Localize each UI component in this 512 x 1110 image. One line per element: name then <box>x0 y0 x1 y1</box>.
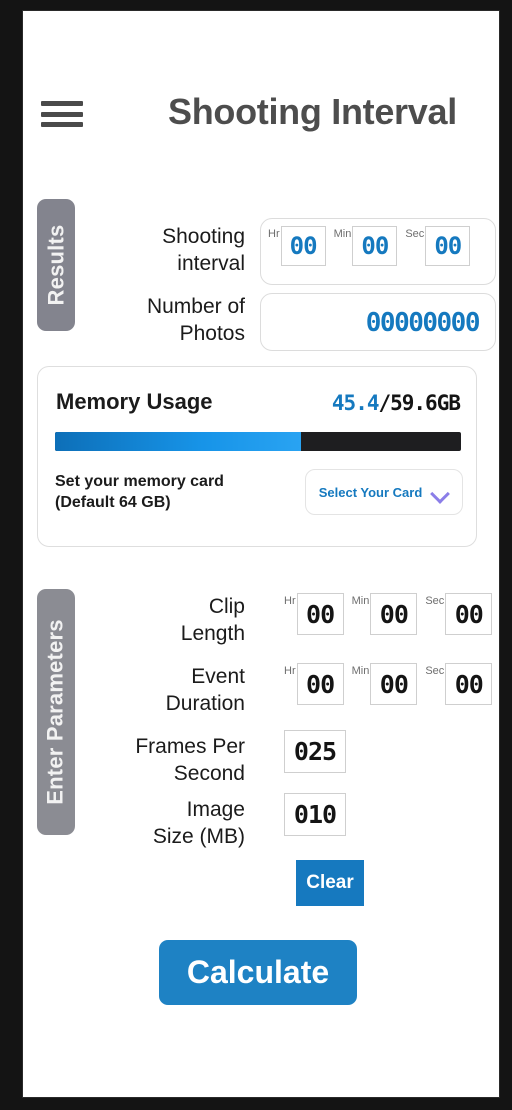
menu-bar-3 <box>41 122 83 127</box>
clip-length-sec-value: 00 <box>454 599 484 629</box>
shooting-interval-sec[interactable]: Sec 00 <box>405 226 471 266</box>
hamburger-menu-icon[interactable] <box>41 97 83 131</box>
shooting-interval-hr-box[interactable]: 00 <box>280 226 326 266</box>
number-of-photos-value: 00000000 <box>365 308 481 338</box>
menu-bar-2 <box>41 111 83 117</box>
memory-usage-title: Memory Usage <box>56 389 213 414</box>
section-tab-results-label: Results <box>43 224 68 306</box>
memory-usage-progress-track <box>55 432 461 451</box>
event-duration-time-group: Hr 00 Min 00 Sec 00 <box>284 663 493 705</box>
shooting-interval-sec-value: 00 <box>434 232 462 260</box>
select-card-dropdown-label: Select Your Card <box>318 484 423 500</box>
chevron-down-icon <box>431 487 449 498</box>
event-duration-sec-box[interactable]: 00 <box>445 663 493 705</box>
memory-usage-progress-fill <box>55 432 301 451</box>
clip-length-sec-box[interactable]: 00 <box>445 593 493 635</box>
calculate-button[interactable]: Calculate <box>159 940 357 1005</box>
clip-length-hr-label: Hr <box>284 595 296 607</box>
event-duration-min-label: Min <box>351 665 370 677</box>
number-of-photos-field[interactable]: 00000000 <box>260 293 496 351</box>
shooting-interval-hr[interactable]: Hr 00 <box>268 226 326 266</box>
event-duration-min-box[interactable]: 00 <box>370 663 418 705</box>
event-duration-label: Event Duration <box>165 665 245 715</box>
memory-usage-card: Memory Usage 45.4/59.6GB Set your memory… <box>37 366 477 547</box>
shooting-interval-min-box[interactable]: 00 <box>352 226 398 266</box>
clip-length-min-value: 00 <box>379 599 409 629</box>
frames-per-second-value: 025 <box>293 737 337 766</box>
clip-length-sec[interactable]: Sec 00 <box>425 593 493 635</box>
event-duration-min[interactable]: Min 00 <box>352 663 418 705</box>
event-duration-hr-value: 00 <box>306 669 335 699</box>
event-duration-hr[interactable]: Hr 00 <box>284 663 344 705</box>
clip-length-hr[interactable]: Hr 00 <box>284 593 344 635</box>
image-size-label: Image Size (MB) <box>152 798 245 848</box>
clip-length-min[interactable]: Min 00 <box>352 593 418 635</box>
shooting-interval-label: Shooting interval <box>162 225 245 275</box>
shooting-interval-min-label: Min <box>333 228 352 240</box>
frames-per-second-label: Frames Per Second <box>135 735 245 785</box>
event-duration-sec-value: 00 <box>454 669 484 699</box>
clip-length-hr-value: 00 <box>306 599 335 629</box>
event-duration-min-value: 00 <box>379 669 409 699</box>
section-tab-results[interactable]: Results <box>37 199 75 331</box>
device-frame: Shooting Interval Results Shooting inter… <box>0 0 512 1110</box>
image-size-value: 010 <box>293 800 337 829</box>
menu-bar-1 <box>41 101 83 106</box>
shooting-interval-min[interactable]: Min 00 <box>334 226 398 266</box>
clip-length-min-box[interactable]: 00 <box>370 593 418 635</box>
memory-usage-used: 45.4 <box>331 391 380 415</box>
event-duration-sec[interactable]: Sec 00 <box>425 663 493 705</box>
memory-usage-amount: 45.4/59.6GB <box>331 391 461 415</box>
app-header: Shooting Interval <box>23 83 499 159</box>
clip-length-label: Clip Length <box>180 595 245 645</box>
event-duration-hr-label: Hr <box>284 665 296 677</box>
page-title: Shooting Interval <box>168 91 457 132</box>
shooting-interval-min-value: 00 <box>361 232 389 260</box>
memory-usage-total: /59.6GB <box>378 391 461 415</box>
number-of-photos-label: Number of Photos <box>146 295 245 345</box>
memory-card-hint: Set your memory card (Default 64 GB) <box>55 473 224 511</box>
app-page: Shooting Interval Results Shooting inter… <box>22 10 500 1098</box>
event-duration-sec-label: Sec <box>425 665 445 677</box>
shooting-interval-hr-label: Hr <box>268 228 280 240</box>
clip-length-time-group: Hr 00 Min 00 Sec 00 <box>284 593 493 635</box>
frames-per-second-input[interactable]: 025 <box>284 730 346 773</box>
shooting-interval-hr-value: 00 <box>289 232 318 260</box>
shooting-interval-sec-box[interactable]: 00 <box>425 226 471 266</box>
clip-length-sec-label: Sec <box>425 595 445 607</box>
select-card-dropdown[interactable]: Select Your Card <box>305 469 463 515</box>
image-size-input[interactable]: 010 <box>284 793 346 836</box>
shooting-interval-time-group: Hr 00 Min 00 Sec 00 <box>268 226 471 266</box>
clip-length-hr-box[interactable]: 00 <box>296 593 344 635</box>
clip-length-min-label: Min <box>351 595 370 607</box>
section-tab-enter-parameters[interactable]: Enter Parameters <box>37 589 75 835</box>
shooting-interval-sec-label: Sec <box>405 228 425 240</box>
section-tab-enter-parameters-label: Enter Parameters <box>43 619 69 805</box>
clear-button[interactable]: Clear <box>296 860 364 906</box>
event-duration-hr-box[interactable]: 00 <box>296 663 344 705</box>
